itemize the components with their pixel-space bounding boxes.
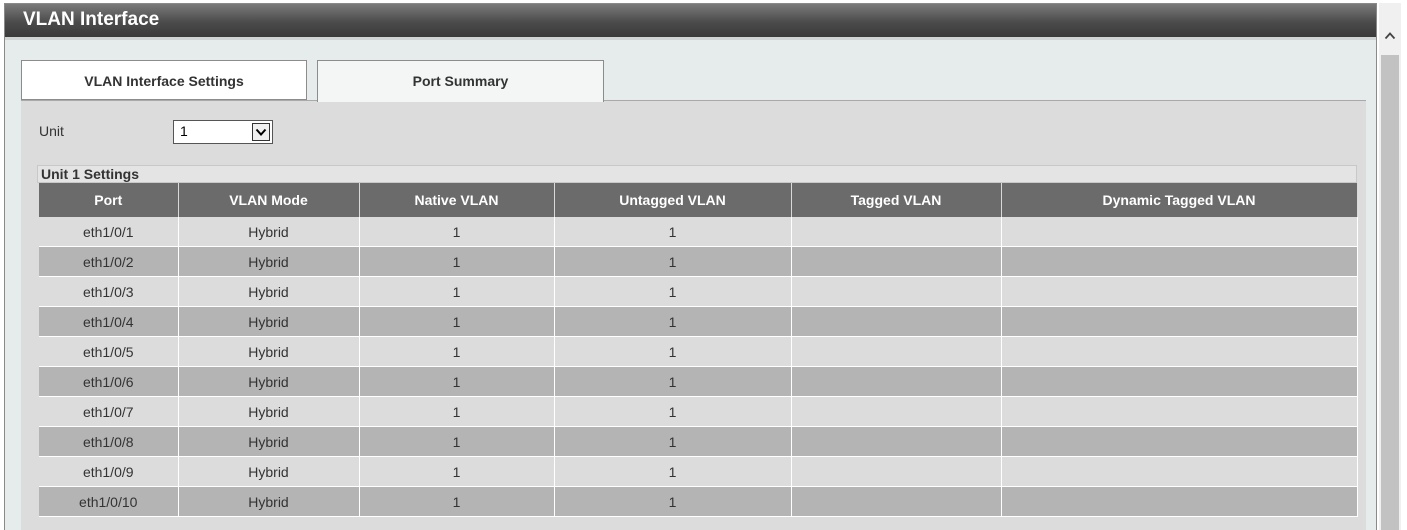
untagged-vlan-cell: 1 <box>554 426 792 457</box>
dynamic-tagged-vlan-cell <box>1001 456 1358 487</box>
port-summary-panel: Unit 1 Unit 1 Settings Port VLAN Mode Na… <box>21 100 1366 530</box>
native-vlan-cell: 1 <box>359 246 555 277</box>
port-cell: eth1/0/10 <box>39 486 179 517</box>
port-cell: eth1/0/5 <box>39 336 179 367</box>
native-vlan-cell: 1 <box>359 396 555 427</box>
vlan-mode-cell: Hybrid <box>178 486 360 517</box>
dynamic-tagged-vlan-cell <box>1001 336 1358 367</box>
scrollbar-thumb[interactable] <box>1381 55 1399 530</box>
table-row: eth1/0/1 Hybrid 1 1 <box>39 217 1358 247</box>
native-vlan-cell: 1 <box>359 336 555 367</box>
port-cell: eth1/0/9 <box>39 456 179 487</box>
dynamic-tagged-vlan-cell <box>1001 366 1358 397</box>
native-vlan-cell: 1 <box>359 276 555 307</box>
tagged-vlan-cell <box>791 486 1002 517</box>
native-vlan-cell: 1 <box>359 486 555 517</box>
table-row: eth1/0/5 Hybrid 1 1 <box>39 336 1358 367</box>
port-summary-table: Port VLAN Mode Native VLAN Untagged VLAN… <box>39 183 1358 517</box>
tab-port-summary[interactable]: Port Summary <box>317 60 604 102</box>
unit-select-value: 1 <box>180 123 188 139</box>
untagged-vlan-cell: 1 <box>554 486 792 517</box>
untagged-vlan-cell: 1 <box>554 276 792 307</box>
table-row: eth1/0/7 Hybrid 1 1 <box>39 396 1358 427</box>
native-vlan-cell: 1 <box>359 426 555 457</box>
tagged-vlan-cell <box>791 426 1002 457</box>
vlan-mode-cell: Hybrid <box>178 426 360 457</box>
column-header-port: Port <box>39 183 179 217</box>
port-cell: eth1/0/2 <box>39 246 179 277</box>
column-header-native-vlan: Native VLAN <box>359 183 555 217</box>
native-vlan-cell: 1 <box>359 366 555 397</box>
native-vlan-cell: 1 <box>359 456 555 487</box>
table-row: eth1/0/6 Hybrid 1 1 <box>39 366 1358 397</box>
column-header-tagged-vlan: Tagged VLAN <box>791 183 1002 217</box>
port-cell: eth1/0/1 <box>39 217 179 247</box>
vlan-mode-cell: Hybrid <box>178 396 360 427</box>
port-cell: eth1/0/6 <box>39 366 179 397</box>
vlan-mode-cell: Hybrid <box>178 306 360 337</box>
tagged-vlan-cell <box>791 246 1002 277</box>
chevron-down-icon[interactable] <box>252 123 270 141</box>
dynamic-tagged-vlan-cell <box>1001 426 1358 457</box>
vlan-mode-cell: Hybrid <box>178 336 360 367</box>
port-cell: eth1/0/3 <box>39 276 179 307</box>
native-vlan-cell: 1 <box>359 217 555 247</box>
page-title: VLAN Interface <box>5 4 1376 37</box>
untagged-vlan-cell: 1 <box>554 336 792 367</box>
port-cell: eth1/0/4 <box>39 306 179 337</box>
tagged-vlan-cell <box>791 456 1002 487</box>
untagged-vlan-cell: 1 <box>554 306 792 337</box>
untagged-vlan-cell: 1 <box>554 246 792 277</box>
untagged-vlan-cell: 1 <box>554 217 792 247</box>
column-header-untagged-vlan: Untagged VLAN <box>554 183 792 217</box>
vlan-mode-cell: Hybrid <box>178 276 360 307</box>
vlan-mode-cell: Hybrid <box>178 246 360 277</box>
dynamic-tagged-vlan-cell <box>1001 306 1358 337</box>
tagged-vlan-cell <box>791 276 1002 307</box>
port-cell: eth1/0/8 <box>39 426 179 457</box>
dynamic-tagged-vlan-cell <box>1001 246 1358 277</box>
table-header-row: Port VLAN Mode Native VLAN Untagged VLAN… <box>39 183 1358 217</box>
tagged-vlan-cell <box>791 217 1002 247</box>
table-row: eth1/0/3 Hybrid 1 1 <box>39 276 1358 307</box>
vlan-interface-window: VLAN Interface VLAN Interface Settings P… <box>4 3 1377 530</box>
table-row: eth1/0/9 Hybrid 1 1 <box>39 456 1358 487</box>
tab-vlan-interface-settings[interactable]: VLAN Interface Settings <box>21 60 307 100</box>
dynamic-tagged-vlan-cell <box>1001 396 1358 427</box>
untagged-vlan-cell: 1 <box>554 396 792 427</box>
table-row: eth1/0/10 Hybrid 1 1 <box>39 486 1358 517</box>
column-header-dynamic-tagged-vlan: Dynamic Tagged VLAN <box>1001 183 1358 217</box>
tagged-vlan-cell <box>791 396 1002 427</box>
chevron-up-icon[interactable] <box>1379 25 1401 47</box>
section-header: Unit 1 Settings <box>37 165 1357 183</box>
port-cell: eth1/0/7 <box>39 396 179 427</box>
table-row: eth1/0/8 Hybrid 1 1 <box>39 426 1358 457</box>
untagged-vlan-cell: 1 <box>554 366 792 397</box>
vlan-mode-cell: Hybrid <box>178 366 360 397</box>
untagged-vlan-cell: 1 <box>554 456 792 487</box>
tagged-vlan-cell <box>791 366 1002 397</box>
column-header-vlan-mode: VLAN Mode <box>178 183 360 217</box>
dynamic-tagged-vlan-cell <box>1001 217 1358 247</box>
dynamic-tagged-vlan-cell <box>1001 486 1358 517</box>
table-row: eth1/0/2 Hybrid 1 1 <box>39 246 1358 277</box>
title-divider <box>5 37 1376 40</box>
vertical-scrollbar[interactable] <box>1379 3 1401 530</box>
dynamic-tagged-vlan-cell <box>1001 276 1358 307</box>
unit-select[interactable]: 1 <box>173 120 273 144</box>
unit-label: Unit <box>39 123 64 139</box>
native-vlan-cell: 1 <box>359 306 555 337</box>
table-row: eth1/0/4 Hybrid 1 1 <box>39 306 1358 337</box>
vlan-mode-cell: Hybrid <box>178 456 360 487</box>
tagged-vlan-cell <box>791 306 1002 337</box>
vlan-mode-cell: Hybrid <box>178 217 360 247</box>
tagged-vlan-cell <box>791 336 1002 367</box>
